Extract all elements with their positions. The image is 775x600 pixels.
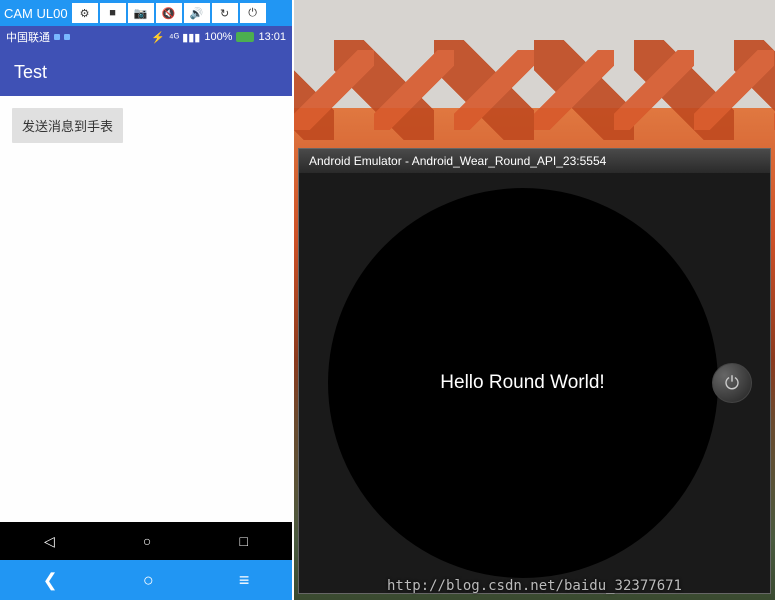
phone-emulator: CAM UL00 ⚙ ■ 📷 🔇 🔊 ↻ ⏻ 中国联通 ⚡ ⁴ᴳ ▮▮▮ 100… [0,0,294,600]
battery-percent: 100% [204,31,232,43]
app-title: Test [14,62,47,83]
video-icon[interactable]: ■ [100,3,126,23]
status-indicator-icon [54,34,60,40]
battery-icon [236,32,254,42]
watch-face[interactable]: Hello Round World! [328,188,718,578]
device-label: CAM UL00 [4,6,68,21]
power-icon: ⏻ [725,373,739,394]
back-button[interactable]: ◁ [44,533,55,550]
status-indicator-icon [64,34,70,40]
gear-icon[interactable]: ⚙ [72,3,98,23]
wear-emulator-window: Android Emulator - Android_Wear_Round_AP… [298,148,771,594]
signal-icon: ⁴ᴳ ▮▮▮ [169,31,200,44]
power-icon[interactable]: ⏻ [240,3,266,23]
phone-content-area: 发送消息到手表 [0,96,292,522]
home-icon[interactable]: ○ [143,570,154,591]
home-button[interactable]: ○ [143,533,151,549]
watch-screen-text: Hello Round World! [440,372,604,394]
clock: 13:01 [258,31,286,43]
bluetooth-icon: ⚡ [151,31,165,44]
volume-down-icon[interactable]: 🔇 [156,3,182,23]
carrier-label: 中国联通 [6,29,50,45]
volume-up-icon[interactable]: 🔊 [184,3,210,23]
android-nav-bar: ◁ ○ □ [0,522,292,560]
power-button[interactable]: ⏻ [712,363,752,403]
emulator-bottom-bar: ❮ ○ ≡ [0,560,292,600]
window-title-bar[interactable]: Android Emulator - Android_Wear_Round_AP… [299,149,770,173]
rotate-icon[interactable]: ↻ [212,3,238,23]
window-title: Android Emulator - Android_Wear_Round_AP… [309,154,606,168]
wear-emulator-body: Hello Round World! ⏻ [299,173,770,593]
emulator-control-bar: CAM UL00 ⚙ ■ 📷 🔇 🔊 ↻ ⏻ [0,0,292,26]
desktop-area: Android Emulator - Android_Wear_Round_AP… [294,0,775,600]
camera-icon[interactable]: 📷 [128,3,154,23]
menu-icon[interactable]: ≡ [239,570,250,591]
back-icon[interactable]: ❮ [43,570,58,591]
send-to-watch-button[interactable]: 发送消息到手表 [12,108,123,143]
phone-status-bar: 中国联通 ⚡ ⁴ᴳ ▮▮▮ 100% 13:01 [0,26,292,48]
app-bar: Test [0,48,292,96]
mountain-image [294,30,775,160]
recent-apps-button[interactable]: □ [239,533,247,549]
